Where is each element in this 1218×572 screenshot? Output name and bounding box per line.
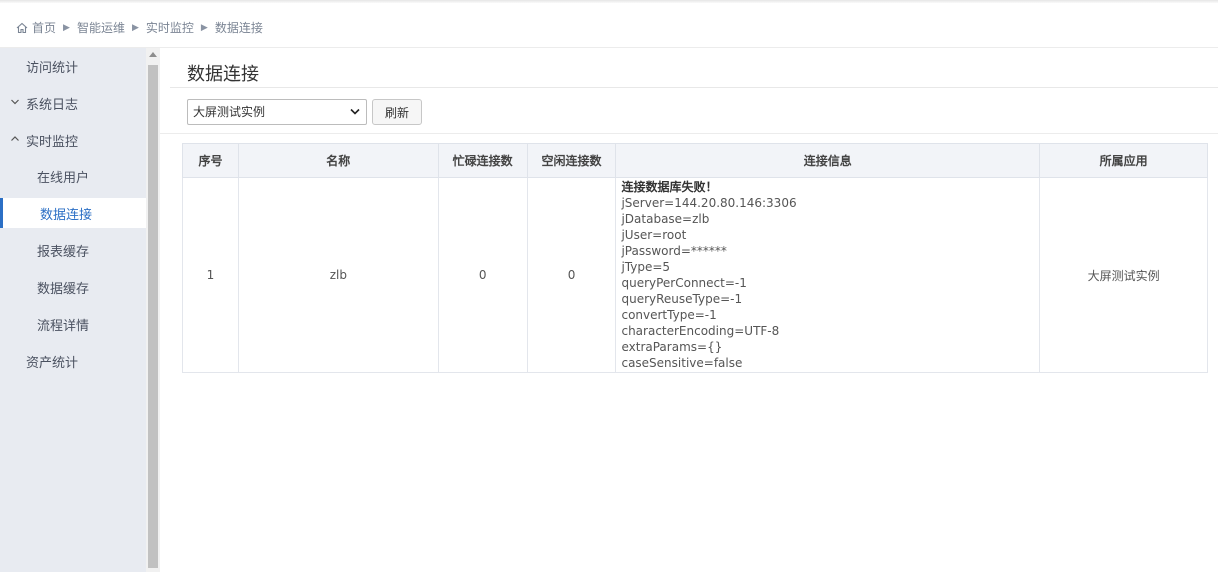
sidebar-scrollbar[interactable]: [146, 48, 160, 572]
breadcrumb-current: 数据连接: [214, 21, 263, 35]
sidebar-item-label: 实时监控: [26, 134, 79, 150]
sidebar: 访问统计 系统日志 实时监控 在线用户 数据连接 报表缓存 数据缓存 流程详情 …: [0, 48, 146, 572]
sidebar-item-label: 在线用户: [37, 170, 90, 186]
main-panel: 数据连接 大屏测试实例 刷新 序号 名称 忙碌连接数 空闲连接数 连接信息 所属…: [160, 48, 1218, 572]
chevron-up-icon: [11, 136, 19, 141]
refresh-button[interactable]: 刷新: [372, 99, 422, 125]
info-line: jType=5: [621, 260, 671, 274]
sidebar-item-report-cache[interactable]: 报表缓存: [0, 235, 146, 265]
info-line: characterEncoding=UTF-8: [621, 324, 780, 338]
cell-idle: 0: [526, 177, 617, 373]
sidebar-item-label: 报表缓存: [37, 244, 90, 260]
cell-name: zlb: [237, 177, 439, 373]
info-line: jServer=144.20.80.146:3306: [621, 196, 797, 210]
breadcrumb-monitor[interactable]: 实时监控: [146, 19, 194, 36]
cell-index: 1: [182, 177, 239, 373]
breadcrumb-separator-icon: ▶: [63, 22, 70, 33]
header-app: 所属应用: [1039, 143, 1208, 178]
sidebar-item-data-connection[interactable]: 数据连接: [0, 198, 146, 228]
sidebar-item-label: 资产统计: [26, 355, 79, 371]
info-line: jDatabase=zlb: [621, 212, 710, 226]
top-shade: [0, 0, 1218, 3]
sidebar-item-online-users[interactable]: 在线用户: [0, 161, 146, 191]
info-line: jPassword=******: [621, 244, 727, 258]
header-info: 连接信息: [615, 143, 1041, 178]
sidebar-item-realtime-monitor[interactable]: 实时监控: [0, 125, 146, 155]
connection-table: 序号 名称 忙碌连接数 空闲连接数 连接信息 所属应用 1 zlb 0 0 连接…: [182, 143, 1208, 373]
breadcrumb-home[interactable]: 首页: [32, 19, 56, 36]
title-divider: [170, 87, 1218, 88]
info-line: queryPerConnect=-1: [621, 276, 747, 290]
app-select[interactable]: 大屏测试实例: [187, 99, 367, 125]
table-row: 1 zlb 0 0 连接数据库失败！ jServer=144.20.80.146…: [182, 177, 1208, 373]
breadcrumb: 首页 ▶ 智能运维 ▶ 实时监控 ▶ 数据连接: [16, 19, 263, 36]
cell-busy: 0: [437, 177, 528, 373]
sidebar-item-label: 流程详情: [37, 318, 90, 334]
info-line: caseSensitive=false: [621, 356, 743, 370]
info-line: jUser=root: [621, 228, 687, 242]
chevron-down-icon: [11, 99, 19, 105]
sidebar-item-data-cache[interactable]: 数据缓存: [0, 272, 146, 302]
home-icon: [16, 22, 28, 33]
scroll-up-icon[interactable]: [149, 52, 157, 57]
info-line: queryReuseType=-1: [621, 292, 743, 306]
sidebar-item-system-log[interactable]: 系统日志: [0, 88, 146, 118]
sidebar-item-label: 数据缓存: [37, 281, 90, 297]
breadcrumb-separator-icon: ▶: [131, 22, 139, 33]
header-name: 名称: [237, 143, 439, 178]
scrollbar-thumb[interactable]: [148, 65, 158, 568]
info-line: convertType=-1: [621, 308, 717, 322]
header-busy: 忙碌连接数: [437, 143, 528, 178]
sidebar-item-label: 系统日志: [26, 97, 79, 113]
sidebar-item-visit-stats[interactable]: 访问统计: [0, 51, 146, 81]
sidebar-item-flow-details[interactable]: 流程详情: [0, 309, 146, 339]
info-line: extraParams={}: [621, 340, 723, 354]
breadcrumb-ops[interactable]: 智能运维: [77, 19, 125, 36]
header-idle: 空闲连接数: [526, 143, 617, 178]
sidebar-item-label: 数据连接: [40, 207, 93, 223]
table-header-row: 序号 名称 忙碌连接数 空闲连接数 连接信息 所属应用: [182, 143, 1208, 178]
breadcrumb-separator-icon: ▶: [200, 22, 208, 33]
page-title: 数据连接: [187, 64, 259, 85]
cell-app: 大屏测试实例: [1039, 177, 1208, 373]
app-select-value: 大屏测试实例: [193, 105, 266, 119]
cell-info: 连接数据库失败！ jServer=144.20.80.146:3306 jDat…: [615, 177, 1041, 373]
top-bar: 首页 ▶ 智能运维 ▶ 实时监控 ▶ 数据连接: [0, 0, 1218, 48]
chevron-down-icon: [350, 108, 360, 115]
sidebar-item-label: 访问统计: [26, 60, 79, 76]
header-index: 序号: [182, 143, 239, 178]
sidebar-item-asset-stats[interactable]: 资产统计: [0, 346, 146, 376]
connection-error: 连接数据库失败！: [621, 180, 718, 194]
toolbar-divider: [160, 133, 1218, 134]
